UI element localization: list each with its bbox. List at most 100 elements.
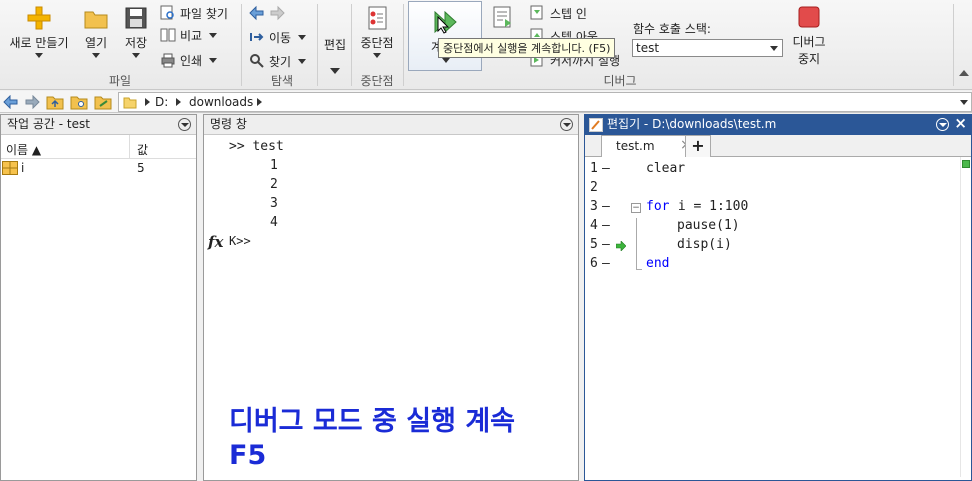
separator (403, 4, 404, 86)
code-line: 6 – end (585, 256, 972, 275)
variable-name: i (21, 161, 25, 175)
workspace-column-header: 이름 ▲ 값 (1, 135, 196, 159)
new-button[interactable]: 새로 만들기 (4, 4, 74, 58)
line-number: 6 (590, 256, 598, 271)
code-area[interactable]: 1 – clear 2 3 – − for i = 1:100 4 – paus… (585, 157, 971, 477)
step-in-button[interactable]: 스텝 인 (530, 3, 587, 23)
folder-icon (123, 97, 137, 109)
chevron-down-icon[interactable] (960, 100, 968, 105)
stop-debug-label-2: 중지 (797, 52, 821, 66)
find-button[interactable]: 찾기 (249, 51, 307, 71)
path-folder[interactable]: downloads (189, 95, 253, 109)
printer-icon (161, 53, 175, 68)
mouse-cursor-icon (437, 16, 450, 34)
editor-title: 편집기 - D:\downloads\test.m (607, 117, 777, 131)
panel-menu-icon[interactable] (560, 118, 573, 131)
continue-button[interactable]: 계속 (408, 1, 482, 71)
chevron-down-icon (298, 34, 307, 40)
caption-overlay: 디버그 모드 중 실행 계속 F5 (229, 405, 515, 473)
workspace-header: 작업 공간 - test (1, 115, 196, 135)
compare-button[interactable]: 비교 (160, 25, 218, 45)
folder-open-icon (84, 11, 108, 29)
variable-value: 5 (137, 161, 145, 175)
breakpoint-dash[interactable]: – (602, 218, 610, 233)
find-files-icon (160, 5, 174, 20)
find-label: 찾기 (269, 54, 292, 69)
find-files-button[interactable]: 파일 찾기 (160, 3, 228, 23)
chevron-down-icon (132, 53, 140, 58)
step-button[interactable] (491, 5, 515, 32)
code-line: 4 – pause(1) (585, 218, 972, 237)
goto-icon (250, 33, 264, 41)
path-drive[interactable]: D: (155, 95, 168, 109)
path-field[interactable]: D: downloads (118, 92, 972, 112)
code-line: 2 (585, 180, 972, 199)
editor-panel: 편집기 - D:\downloads\test.m × test.m × + 1… (584, 114, 972, 481)
chevron-down-icon (35, 53, 43, 58)
chevron-down-icon (298, 58, 307, 64)
navigate-group-label: 탐색 (270, 74, 294, 88)
call-stack-value: test (636, 41, 660, 55)
fx-icon[interactable]: fx (208, 233, 223, 251)
collapse-ribbon-icon[interactable] (959, 70, 969, 76)
breakpoints-button[interactable]: 중단점 (354, 4, 400, 58)
command-prompt: K>> (229, 234, 251, 248)
breakpoint-dash[interactable]: – (602, 199, 610, 214)
browse-folder-icon[interactable] (70, 94, 88, 110)
column-value[interactable]: 값 (137, 141, 148, 158)
keyword: for (646, 199, 670, 214)
step-in-icon (530, 5, 543, 20)
code-text: i = 1:100 (670, 199, 749, 214)
new-tab-icon[interactable]: + (685, 135, 711, 157)
command-window[interactable]: 명령 창 >> test 1 2 3 4 fx K>> 디버그 모드 중 실행 … (203, 114, 579, 481)
step-in-label: 스텝 인 (550, 6, 587, 21)
command-output-line: 3 (270, 196, 278, 211)
editor-tabs: test.m × + (585, 135, 971, 157)
goto-button[interactable]: 이동 (249, 27, 307, 47)
code-analyzer-status-icon[interactable] (962, 160, 970, 168)
breakpoint-dash[interactable]: – (602, 237, 610, 252)
table-row[interactable]: i 5 (1, 159, 196, 177)
forward-icon[interactable] (24, 95, 40, 109)
call-stack-select[interactable]: test (632, 39, 783, 57)
code-text: disp(i) (677, 237, 732, 252)
back-icon[interactable] (3, 95, 19, 109)
back-forward-buttons[interactable] (249, 3, 285, 23)
chevron-right-icon (176, 98, 181, 106)
breakpoint-dash[interactable]: – (602, 161, 610, 176)
command-input-line: >> test (229, 139, 284, 154)
code-line: 3 – − for i = 1:100 (585, 199, 972, 218)
chevron-right-icon (145, 98, 150, 106)
line-number: 3 (590, 199, 598, 214)
variable-icon (2, 161, 18, 175)
compare-icon (160, 28, 176, 42)
step-icon (493, 6, 511, 28)
tab-test-m[interactable]: test.m × (601, 135, 695, 157)
panel-menu-icon[interactable] (178, 118, 191, 131)
chevron-down-icon (373, 53, 381, 58)
close-icon[interactable]: × (954, 114, 967, 133)
up-folder-icon[interactable] (46, 94, 64, 110)
breakpoints-group-label: 중단점 (360, 74, 394, 88)
chevron-down-icon[interactable] (330, 68, 340, 74)
open-label: 열기 (84, 36, 108, 50)
open-button[interactable]: 열기 (78, 4, 114, 58)
caption-line-1: 디버그 모드 중 실행 계속 (229, 406, 515, 437)
command-output-line: 4 (270, 215, 278, 230)
separator (953, 4, 954, 86)
stop-debug-label-1: 디버그 (792, 35, 826, 49)
save-button[interactable]: 저장 (118, 4, 154, 58)
separator (317, 4, 318, 86)
separator (241, 4, 242, 86)
edit-button[interactable]: 편집 (320, 34, 350, 53)
breakpoint-dash[interactable]: – (602, 256, 610, 271)
back-arrow-icon (249, 5, 264, 21)
column-name[interactable]: 이름 ▲ (6, 141, 41, 158)
panel-menu-icon[interactable] (936, 118, 949, 131)
command-title: 명령 창 (210, 117, 247, 131)
fold-toggle-icon[interactable]: − (631, 203, 641, 213)
code-line: 5 – disp(i) (585, 237, 972, 256)
stop-debug-button[interactable]: 디버그 중지 (786, 6, 832, 67)
search-folder-icon[interactable] (94, 94, 112, 110)
print-button[interactable]: 인쇄 (160, 50, 218, 70)
